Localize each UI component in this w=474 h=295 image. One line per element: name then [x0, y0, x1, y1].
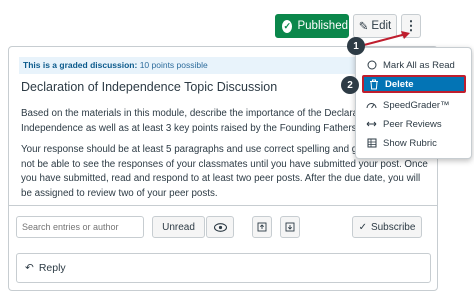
trash-icon	[368, 79, 379, 90]
menu-item-speedgrader[interactable]: SpeedGrader™	[362, 96, 466, 114]
search-input[interactable]	[16, 216, 144, 238]
check-icon: ✓	[358, 221, 367, 233]
menu-item-label: Delete	[385, 78, 414, 90]
unread-label: Unread	[162, 221, 195, 233]
view-toggle-button[interactable]	[206, 216, 234, 238]
divider	[9, 205, 437, 206]
menu-item-delete[interactable]: Delete	[362, 75, 466, 93]
reply-icon: ↶	[25, 262, 34, 274]
circle-icon	[366, 60, 377, 71]
peer-reviews-icon	[366, 119, 377, 130]
collapse-button[interactable]	[252, 216, 272, 238]
callout-badge-2: 2	[341, 76, 359, 94]
callout-badge-1: 1	[347, 37, 365, 55]
subscribe-label: Subscribe	[370, 221, 416, 233]
published-button[interactable]: ✓ Published	[275, 14, 349, 38]
options-menu: Mark All as Read Delete SpeedGrader™ Pee…	[355, 47, 472, 159]
menu-item-show-rubric[interactable]: Show Rubric	[362, 134, 466, 152]
reply-button[interactable]: ↶ Reply	[16, 253, 431, 283]
arrow-down-icon	[285, 222, 295, 232]
eye-icon	[213, 222, 227, 232]
reply-label: Reply	[38, 262, 66, 274]
rubric-icon	[366, 138, 377, 149]
menu-item-label: Peer Reviews	[383, 118, 442, 130]
arrow-up-icon	[257, 222, 267, 232]
callout-arrow	[363, 31, 410, 46]
menu-item-label: Show Rubric	[383, 137, 437, 149]
check-icon: ✓	[282, 19, 293, 33]
graded-points: 10 points possible	[139, 60, 208, 70]
menu-item-label: SpeedGrader™	[383, 99, 450, 111]
subscribe-button[interactable]: ✓ Subscribe	[352, 216, 422, 238]
menu-item-mark-all-read[interactable]: Mark All as Read	[362, 56, 466, 74]
menu-item-label: Mark All as Read	[383, 59, 455, 71]
expand-button[interactable]	[280, 216, 300, 238]
page-title: Declaration of Independence Topic Discus…	[21, 80, 278, 94]
menu-item-peer-reviews[interactable]: Peer Reviews	[362, 115, 466, 133]
graded-prefix: This is a graded discussion:	[23, 60, 138, 70]
unread-button[interactable]: Unread	[152, 216, 205, 238]
published-label: Published	[297, 20, 348, 32]
speedgrader-icon	[366, 100, 377, 111]
